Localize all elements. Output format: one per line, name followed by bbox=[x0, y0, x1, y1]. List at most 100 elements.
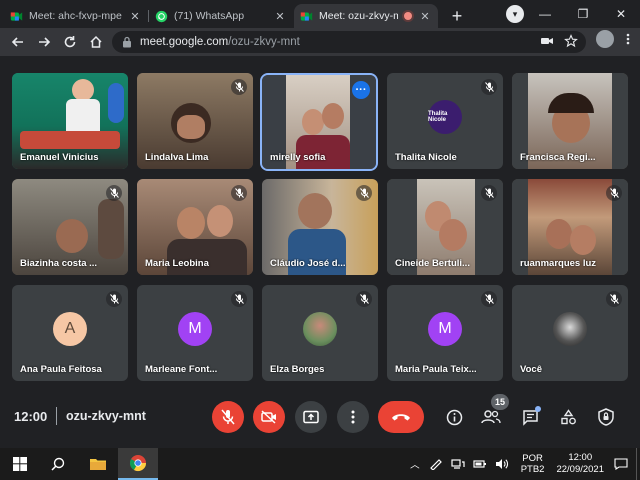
participant-tile[interactable]: Thalita Nicole Thalita Nicole bbox=[387, 73, 503, 169]
meeting-code: ozu-zkvy-mnt bbox=[66, 409, 146, 423]
close-tab-icon[interactable]: ✕ bbox=[418, 10, 432, 23]
mic-off-icon bbox=[606, 185, 622, 201]
profile-avatar[interactable] bbox=[596, 30, 614, 48]
more-options-button[interactable] bbox=[337, 401, 369, 433]
pen-icon[interactable] bbox=[429, 458, 443, 470]
participant-avatar: M bbox=[428, 312, 462, 346]
url-text: meet.google.com/ozu-zkvy-mnt bbox=[140, 36, 300, 48]
activities-shapes-icon bbox=[560, 408, 576, 424]
close-tab-icon[interactable]: ✕ bbox=[273, 10, 287, 23]
tab-search-button[interactable]: ▾ bbox=[506, 5, 524, 23]
minimize-button[interactable]: — bbox=[526, 7, 564, 21]
browser-tab-3[interactable]: Meet: ozu-zkvy-mnt ✕ bbox=[294, 4, 438, 28]
participant-name: ruanmarques luz bbox=[520, 258, 597, 269]
address-bar[interactable]: meet.google.com/ozu-zkvy-mnt bbox=[112, 31, 586, 53]
participant-tile[interactable]: Cineide Bertuli... bbox=[387, 179, 503, 275]
search-icon bbox=[51, 457, 65, 471]
mic-off-icon bbox=[481, 79, 497, 95]
mic-off-icon bbox=[231, 79, 247, 95]
meeting-details-button[interactable] bbox=[440, 403, 468, 431]
file-explorer-button[interactable] bbox=[78, 448, 118, 480]
camera-permission-icon[interactable] bbox=[540, 34, 554, 48]
mic-off-icon bbox=[106, 291, 122, 307]
participant-tile[interactable]: Biazinha costa ... bbox=[12, 179, 128, 275]
participant-tile[interactable]: Elza Borges bbox=[262, 285, 378, 381]
self-tile[interactable]: Você bbox=[512, 285, 628, 381]
volume-icon[interactable] bbox=[495, 458, 509, 470]
participant-avatar: M bbox=[178, 312, 212, 346]
browser-tab-2[interactable]: (71) WhatsApp ✕ bbox=[149, 4, 293, 28]
notifications-icon[interactable] bbox=[614, 458, 628, 470]
system-tray: ︿ POR PTB2 12:00 22/09/2021 bbox=[405, 448, 640, 480]
forward-button[interactable] bbox=[32, 30, 56, 54]
reload-button[interactable] bbox=[58, 30, 82, 54]
toggle-camera-button[interactable] bbox=[253, 401, 285, 433]
chat-button[interactable] bbox=[516, 403, 544, 431]
host-controls-button[interactable] bbox=[592, 403, 620, 431]
taskbar-date: 22/09/2021 bbox=[556, 464, 604, 475]
lock-icon[interactable] bbox=[122, 36, 132, 48]
participant-name: Emanuel Vinicius bbox=[20, 152, 99, 163]
meeting-clock: 12:00 bbox=[14, 409, 48, 424]
taskbar-time: 12:00 bbox=[568, 452, 593, 463]
tab-title: Meet: ozu-zkvy-mnt bbox=[319, 10, 398, 22]
participant-name: mirelly sofia bbox=[270, 152, 326, 163]
menu-kebab-icon[interactable] bbox=[622, 32, 634, 46]
notification-dot bbox=[535, 406, 541, 412]
battery-icon[interactable] bbox=[473, 458, 487, 470]
divider bbox=[56, 407, 57, 425]
mic-off-icon bbox=[356, 185, 372, 201]
browser-tab-1[interactable]: Meet: ahc-fxvp-mpe ✕ bbox=[4, 4, 149, 28]
participant-avatar-photo bbox=[303, 312, 337, 346]
mic-off-icon bbox=[221, 409, 235, 425]
participant-name: Biazinha costa ... bbox=[20, 258, 98, 269]
participant-name: Você bbox=[520, 364, 543, 375]
participant-tile-speaking[interactable]: ··· mirelly sofia bbox=[262, 75, 376, 169]
back-button[interactable] bbox=[6, 30, 30, 54]
chevron-up-icon[interactable]: ︿ bbox=[410, 457, 420, 471]
folder-icon bbox=[90, 459, 106, 470]
participant-name: Marleane Font... bbox=[145, 364, 218, 375]
participant-name: Cláudio José d... bbox=[270, 258, 346, 269]
shield-lock-icon bbox=[598, 408, 614, 426]
search-button[interactable] bbox=[38, 448, 78, 480]
participant-tile[interactable]: Francisca Regi... bbox=[512, 73, 628, 169]
new-tab-button[interactable]: + bbox=[445, 4, 469, 28]
input-language[interactable]: POR PTB2 bbox=[521, 453, 545, 475]
participant-tile[interactable]: A Ana Paula Feitosa bbox=[12, 285, 128, 381]
participant-name: Francisca Regi... bbox=[520, 152, 596, 163]
activities-button[interactable] bbox=[554, 403, 582, 431]
tab-title: Meet: ahc-fxvp-mpe bbox=[29, 10, 122, 22]
meet-icon bbox=[10, 11, 23, 21]
show-desktop-button[interactable] bbox=[636, 448, 640, 480]
toggle-mic-button[interactable] bbox=[212, 401, 244, 433]
participant-tile[interactable]: Cláudio José d... bbox=[262, 179, 378, 275]
participant-tile[interactable]: Emanuel Vinicius bbox=[12, 73, 128, 169]
participant-tile[interactable]: Maria Leobina bbox=[137, 179, 253, 275]
present-screen-button[interactable] bbox=[295, 401, 327, 433]
leave-call-button[interactable] bbox=[378, 401, 424, 433]
more-options-button[interactable]: ··· bbox=[352, 81, 370, 99]
participant-tile[interactable]: M Marleane Font... bbox=[137, 285, 253, 381]
whatsapp-icon bbox=[155, 10, 168, 22]
arrow-right-icon bbox=[39, 37, 51, 47]
chrome-icon bbox=[129, 455, 147, 472]
start-button[interactable] bbox=[0, 448, 40, 480]
home-button[interactable] bbox=[84, 30, 108, 54]
participant-tile[interactable]: M Maria Paula Teix... bbox=[387, 285, 503, 381]
bookmark-star-icon[interactable] bbox=[564, 34, 578, 48]
taskbar-clock[interactable]: 12:00 22/09/2021 bbox=[556, 452, 604, 476]
close-window-button[interactable]: ✕ bbox=[602, 7, 640, 21]
network-icon[interactable] bbox=[451, 458, 465, 470]
recording-indicator-icon bbox=[404, 12, 412, 20]
participant-tile[interactable]: ruanmarques luz bbox=[512, 179, 628, 275]
participant-tile[interactable]: Lindalva Lima bbox=[137, 73, 253, 169]
participant-avatar: A bbox=[53, 312, 87, 346]
close-tab-icon[interactable]: ✕ bbox=[128, 10, 142, 23]
chrome-taskbar-button[interactable] bbox=[118, 448, 158, 480]
participant-name: Cineide Bertuli... bbox=[395, 258, 470, 269]
people-icon bbox=[481, 410, 501, 424]
restore-button[interactable]: ❐ bbox=[564, 7, 602, 21]
participant-name: Maria Leobina bbox=[145, 258, 209, 269]
windows-logo-icon bbox=[13, 457, 27, 471]
